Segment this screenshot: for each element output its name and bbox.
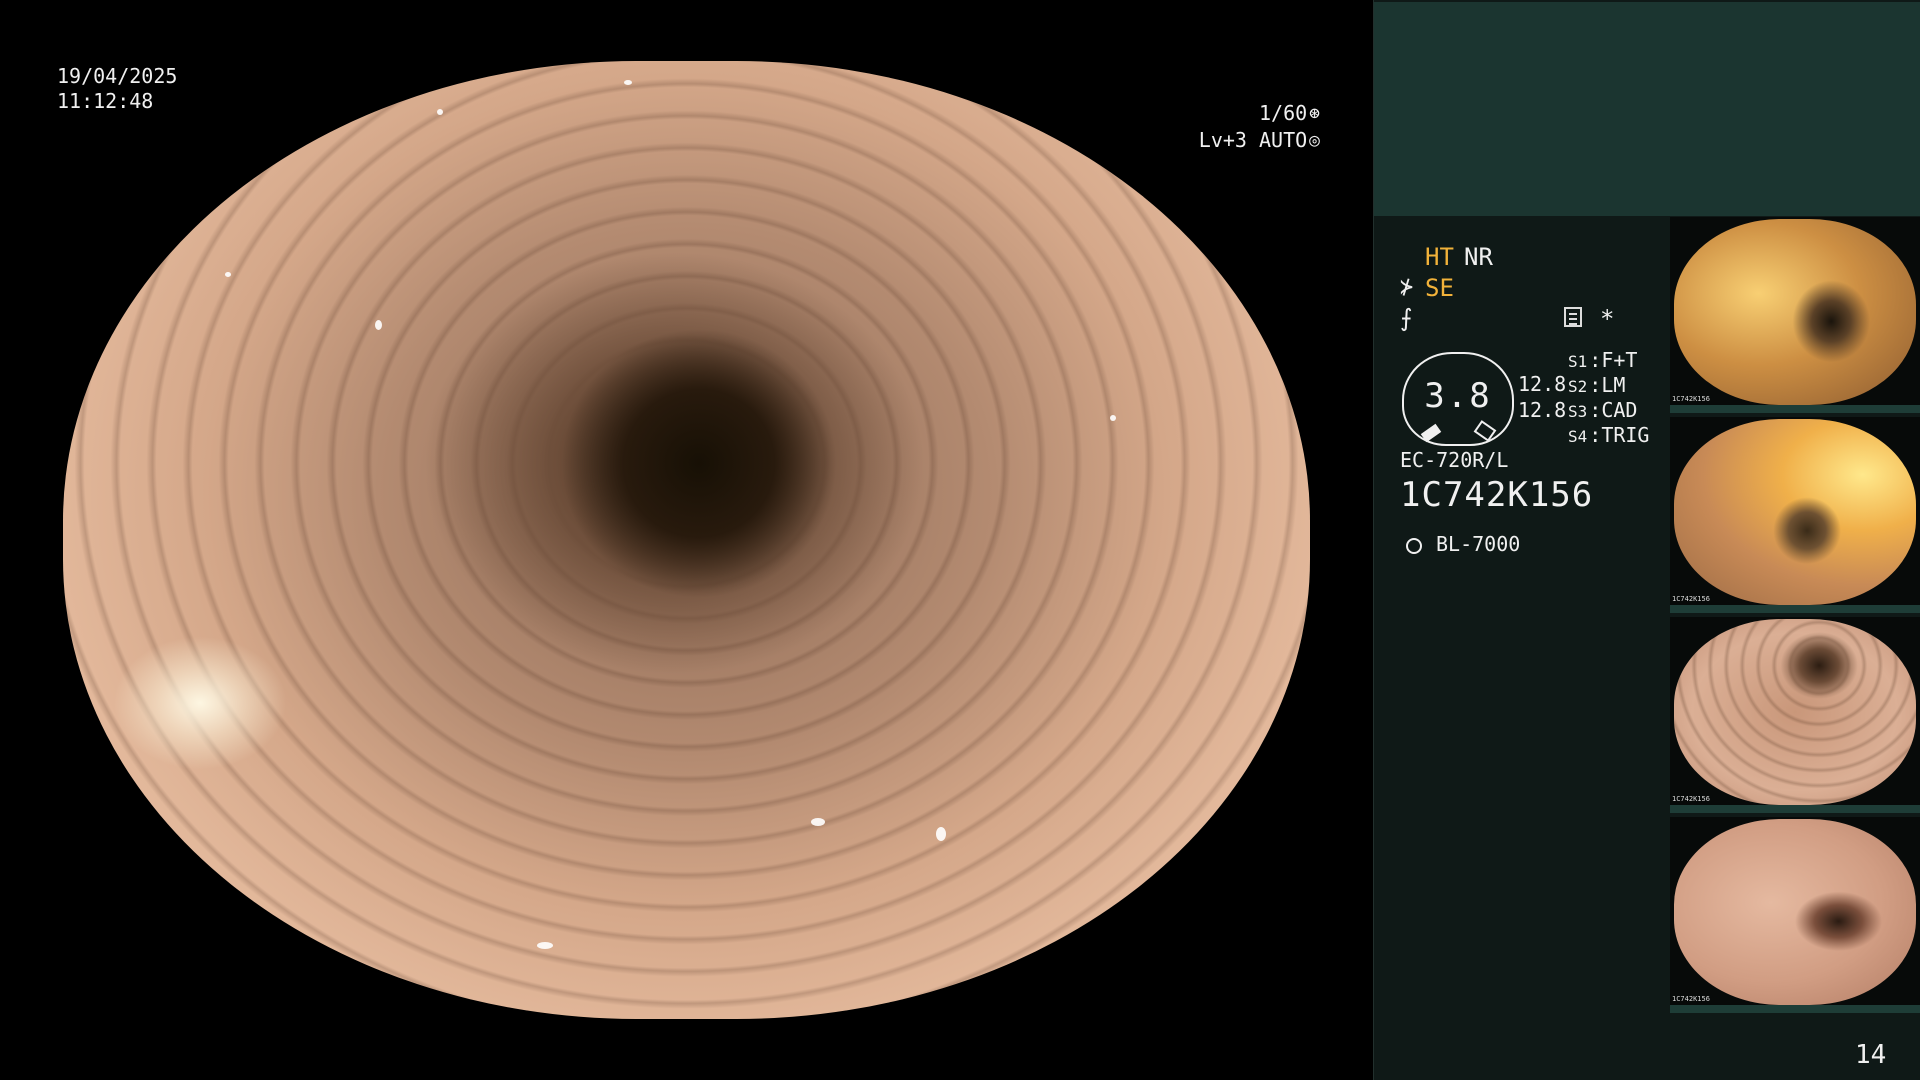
thumbnail-3[interactable]: 1C742K156 xyxy=(1670,617,1920,813)
endoscope-view: 19/04/2025 11:12:48 1/60 ⊛ Lv+3 AUTO ◎ xyxy=(0,0,1373,1080)
switch-s3: S3:CAD xyxy=(1568,398,1638,422)
specular-highlight xyxy=(935,827,946,842)
thumbnail-bar xyxy=(1670,605,1920,613)
enhancement-icon: ⨍ xyxy=(1400,304,1413,332)
date-label: 19/04/2025 xyxy=(57,64,178,88)
switch-key: S3 xyxy=(1568,402,1588,421)
thumbnail-tag: 1C742K156 xyxy=(1672,395,1710,403)
thumbnail-tag: 1C742K156 xyxy=(1672,995,1710,1003)
specular-highlight xyxy=(811,817,826,826)
se-mode: SE xyxy=(1425,274,1454,302)
thumbnail-image xyxy=(1674,219,1916,405)
page-number: 14 xyxy=(1855,1040,1887,1070)
nr-mode: NR xyxy=(1464,243,1493,271)
thumbnail-tag: 1C742K156 xyxy=(1672,795,1710,803)
switch-value: F+T xyxy=(1601,348,1638,372)
specular-highlight xyxy=(624,80,633,86)
switch-s2: S2:LM xyxy=(1568,373,1626,397)
gauge-value: 3.8 xyxy=(1424,376,1492,416)
endoscopic-image xyxy=(63,61,1310,1019)
switch-value: CAD xyxy=(1601,398,1638,422)
thumbnail-2[interactable]: 1C742K156 xyxy=(1670,417,1920,613)
ht-mode: HT xyxy=(1425,243,1454,271)
time-label: 11:12:48 xyxy=(57,89,154,113)
shutter-label: 1/60 xyxy=(1258,101,1308,125)
structure-enhance-icon: ⊁ xyxy=(1400,275,1414,300)
switch-value: LM xyxy=(1601,373,1626,397)
capture-thumbnails: 1C742K156 1C742K156 1C742K156 1C742K156 xyxy=(1670,217,1920,1017)
gauge-marker-filled-icon xyxy=(1420,423,1442,443)
light-source-icon xyxy=(1400,532,1426,558)
specular-highlight xyxy=(225,271,232,277)
gauge-lower: 12.8 xyxy=(1518,398,1567,422)
date-time: 19/04/2025 11:12:48 xyxy=(57,64,177,114)
specular-highlight xyxy=(374,319,382,330)
switch-s1: S1:F+T xyxy=(1568,348,1638,372)
shutter-icon: ⊛ xyxy=(1309,103,1320,124)
level-label: Lv+3 AUTO xyxy=(1198,128,1308,152)
light-source: BL-7000 xyxy=(1436,532,1521,556)
thumbnail-tag: 1C742K156 xyxy=(1672,595,1710,603)
specular-highlight xyxy=(1110,415,1117,422)
thumbnail-4[interactable]: 1C742K156 xyxy=(1670,817,1920,1013)
switch-key: S4 xyxy=(1568,427,1588,446)
scope-model: EC-720R/L xyxy=(1400,448,1509,472)
specular-highlight xyxy=(536,942,553,950)
exposure-info: 1/60 ⊛ Lv+3 AUTO ◎ xyxy=(1150,100,1320,154)
thumbnail-image xyxy=(1674,419,1916,605)
thumbnail-1[interactable]: 1C742K156 xyxy=(1670,217,1920,413)
switch-value: TRIG xyxy=(1601,423,1650,447)
switch-key: S2 xyxy=(1568,377,1588,396)
thumbnail-image xyxy=(1674,619,1916,805)
scope-serial: 1C742K156 xyxy=(1400,475,1594,515)
switch-s4: S4:TRIG xyxy=(1568,423,1650,447)
panel-header-block xyxy=(1374,2,1920,216)
thumbnail-image xyxy=(1674,819,1916,1005)
thumbnail-bar xyxy=(1670,805,1920,813)
switch-key: S1 xyxy=(1568,352,1588,371)
gauge-marker-outline-icon xyxy=(1473,420,1497,442)
brightness-gauge: 3.8 xyxy=(1402,352,1514,446)
thumbnail-bar xyxy=(1670,1005,1920,1013)
star-icon: * xyxy=(1600,305,1615,333)
menu-icon xyxy=(1564,307,1582,327)
iris-icon: ◎ xyxy=(1309,130,1320,151)
gauge-upper: 12.8 xyxy=(1518,372,1567,396)
specular-highlight xyxy=(437,108,444,115)
thumbnail-bar xyxy=(1670,405,1920,413)
